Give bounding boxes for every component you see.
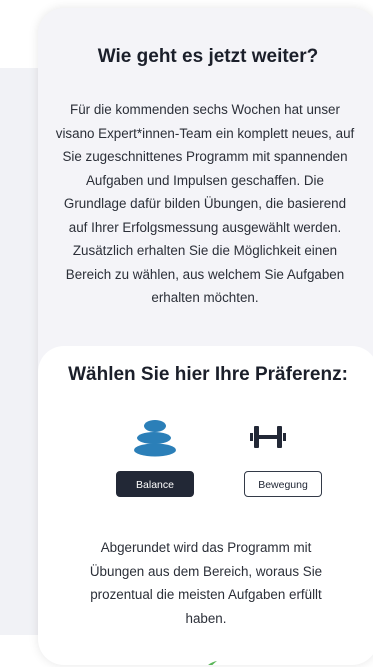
leaf-icon bbox=[208, 661, 217, 665]
info-text: Für die kommenden sechs Wochen hat unser… bbox=[55, 102, 355, 305]
preference-title: Wählen Sie hier Ihre Präferenz: bbox=[68, 364, 348, 385]
bottom-sheet: Wie geht es jetzt weiter? Für die kommen… bbox=[38, 8, 373, 665]
balance-button[interactable]: Balance bbox=[116, 471, 194, 497]
stones-icon bbox=[134, 420, 176, 457]
bewegung-button[interactable]: Bewegung bbox=[244, 471, 322, 497]
closing-text: Abgerundet wird das Programm mit Übungen… bbox=[89, 540, 323, 626]
info-title: Wie geht es jetzt weiter? bbox=[97, 46, 319, 67]
dumbbell-icon bbox=[250, 426, 286, 448]
preference-card: Wählen Sie hier Ihre Präferenz: Balance … bbox=[38, 346, 373, 665]
